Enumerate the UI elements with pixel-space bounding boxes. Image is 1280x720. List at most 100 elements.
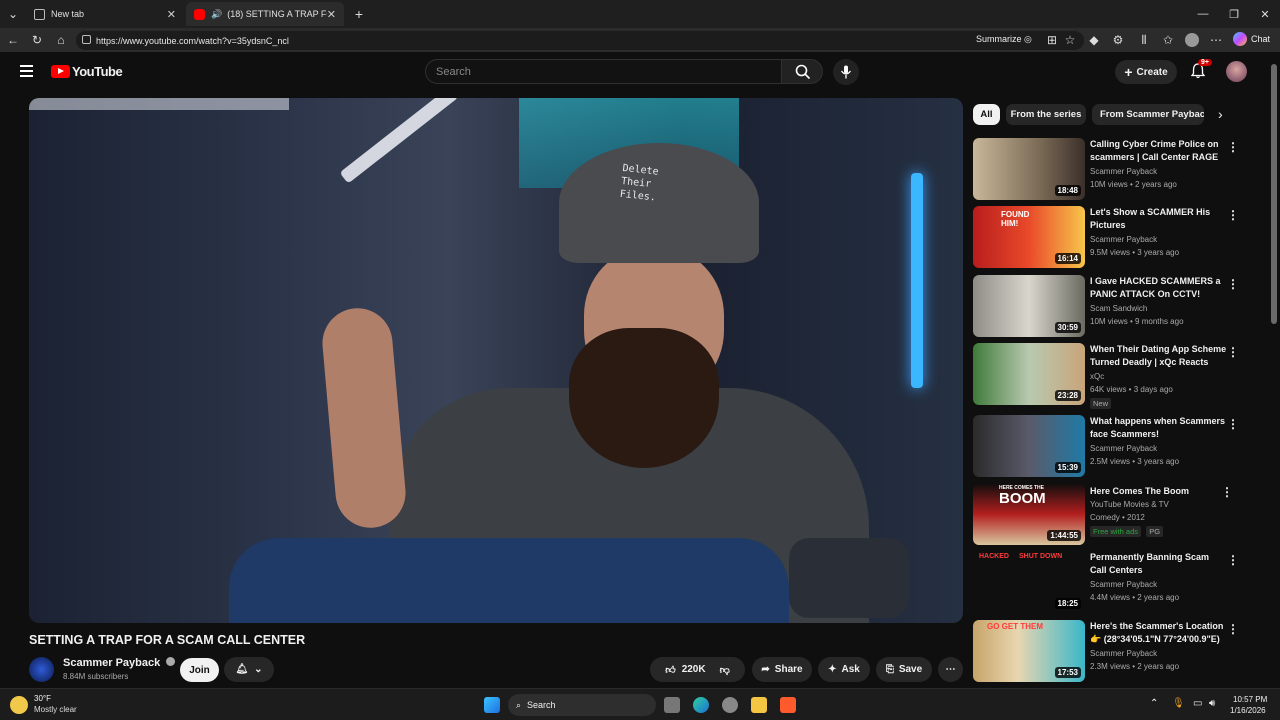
file-explorer-icon[interactable] — [751, 697, 767, 713]
chip-from-series[interactable]: From the series — [1006, 104, 1086, 125]
minimize-icon[interactable]: — — [1186, 0, 1220, 28]
favorite-star-icon[interactable]: ☆ — [1062, 32, 1078, 48]
more-options-icon[interactable]: ⋮ — [1227, 208, 1239, 222]
join-button[interactable]: Join — [180, 658, 219, 682]
windows-start-icon[interactable] — [484, 697, 500, 713]
channel-name[interactable]: Scammer Payback — [1090, 580, 1157, 589]
recommendation-item[interactable]: 30:59 I Gave HACKED SCAMMERS a PANIC ATT… — [973, 275, 1241, 339]
copilot-chat-button[interactable]: Chat — [1233, 32, 1270, 46]
channel-name[interactable]: Scammer Payback — [1090, 444, 1157, 453]
video-thumbnail[interactable]: GO GET THEM 17:53 — [973, 620, 1085, 682]
channel-name[interactable]: YouTube Movies & TV — [1090, 500, 1169, 509]
channel-name[interactable]: Scammer Payback — [63, 657, 176, 669]
more-options-icon[interactable]: ⋮ — [1221, 485, 1233, 499]
ask-button[interactable]: ✦ Ask — [818, 657, 870, 682]
channel-avatar[interactable] — [29, 657, 54, 682]
close-tab-icon[interactable]: ✕ — [167, 8, 176, 21]
voice-search-button[interactable] — [833, 59, 859, 85]
more-options-icon[interactable]: ⋮ — [1227, 345, 1239, 359]
more-options-icon[interactable]: ⋮ — [1227, 622, 1239, 636]
extensions-icon[interactable]: ⚙ — [1110, 32, 1126, 48]
subscription-bell-button[interactable]: 🔔︎ ⌄ — [224, 657, 274, 682]
clock-date[interactable]: 1/16/2026 — [1230, 706, 1266, 715]
settings-icon[interactable] — [722, 697, 738, 713]
back-icon[interactable]: ← — [5, 32, 21, 48]
edge-browser-icon[interactable] — [693, 697, 709, 713]
more-options-icon[interactable]: ⋮ — [1227, 277, 1239, 291]
summarize-button[interactable]: Summarize ◎ — [976, 34, 1032, 45]
chevron-right-icon[interactable]: › — [1218, 106, 1223, 122]
like-button[interactable]: 👍︎ 220K — [665, 664, 705, 676]
recommendation-item[interactable]: 23:28 When Their Dating App Scheme Turne… — [973, 343, 1241, 411]
taskbar-search-box[interactable]: ⌕ Search — [508, 694, 656, 716]
scrollbar-thumb[interactable] — [1271, 64, 1277, 324]
page-scrollbar[interactable] — [1268, 52, 1280, 688]
address-bar[interactable]: https://www.youtube.com/watch?v=35ydsnC_… — [76, 31, 1084, 50]
youtube-logo[interactable]: YouTube — [51, 64, 123, 79]
more-menu-icon[interactable]: ⋯ — [1208, 32, 1224, 48]
restore-icon[interactable]: ❐ — [1217, 0, 1251, 28]
hamburger-menu-icon[interactable] — [20, 65, 33, 77]
microphone-tray-icon[interactable]: 🎙︎ — [1172, 698, 1185, 709]
video-player[interactable]: Delete Their Files. — [29, 98, 963, 623]
video-thumbnail[interactable]: 23:28 — [973, 343, 1085, 405]
split-tab-icon[interactable]: ⫴ — [1136, 32, 1152, 48]
network-icon[interactable]: ▭ — [1193, 698, 1202, 709]
share-button[interactable]: ➦ Share — [752, 657, 812, 682]
thumbnail-text: BOOM — [999, 490, 1046, 507]
video-thumbnail[interactable]: HERE COMES THE BOOM 1:44:55 — [973, 483, 1085, 545]
save-button[interactable]: ⎘ Save — [876, 657, 932, 682]
video-thumbnail[interactable]: 15:39 — [973, 415, 1085, 477]
more-options-icon[interactable]: ⋮ — [1227, 417, 1239, 431]
split-screen-icon[interactable]: ⊞ — [1044, 32, 1060, 48]
recommendation-item[interactable]: 15:39 What happens when Scammers face Sc… — [973, 415, 1241, 479]
notifications-button[interactable]: 9+ — [1190, 59, 1212, 84]
task-view-icon[interactable] — [664, 697, 680, 713]
site-info-icon[interactable] — [82, 35, 91, 44]
speaker-icon[interactable]: 🔊 — [211, 9, 222, 20]
chip-from-scammer-payback[interactable]: From Scammer Payback — [1092, 104, 1204, 125]
video-thumbnail[interactable]: FOUND HIM! 16:14 — [973, 206, 1085, 268]
clock-time[interactable]: 10:57 PM — [1233, 695, 1267, 704]
extension-diamond-icon[interactable]: ◆ — [1086, 32, 1102, 48]
video-thumbnail[interactable]: HACKED SHUT DOWN 18:25 — [973, 551, 1085, 613]
close-tab-icon[interactable]: ✕ — [327, 8, 336, 21]
volume-icon[interactable]: 🔊︎ — [1209, 698, 1215, 709]
channel-name[interactable]: Scam Sandwich — [1090, 304, 1147, 313]
tab-new-tab[interactable]: New tab ✕ — [26, 2, 184, 26]
tab-youtube-video[interactable]: 🔊 (18) SETTING A TRAP FOR A S ✕ — [186, 2, 344, 26]
more-actions-button[interactable]: ⋯ — [938, 657, 963, 682]
blue-neon-strip — [911, 173, 923, 388]
channel-name[interactable]: Scammer Payback — [1090, 167, 1157, 176]
video-thumbnail[interactable]: 18:48 — [973, 138, 1085, 200]
dislike-button[interactable]: 👎︎ — [720, 664, 730, 676]
recommendation-item[interactable]: HACKED SHUT DOWN 18:25 Permanently Banni… — [973, 551, 1241, 615]
user-avatar[interactable] — [1226, 61, 1247, 82]
channel-name[interactable]: Scammer Payback — [1090, 235, 1157, 244]
channel-name[interactable]: xQc — [1090, 372, 1104, 381]
brave-browser-icon[interactable] — [780, 697, 796, 713]
favorites-icon[interactable]: ✩ — [1160, 32, 1176, 48]
recommendation-item[interactable]: FOUND HIM! 16:14 Let's Show a SCAMMER Hi… — [973, 206, 1241, 270]
show-hidden-icons-icon[interactable]: ⌃ — [1150, 698, 1158, 709]
recommendation-item[interactable]: HERE COMES THE BOOM 1:44:55 Here Comes T… — [973, 483, 1241, 549]
recommendation-item[interactable]: GO GET THEM 17:53 Here's the Scammer's L… — [973, 620, 1241, 684]
close-window-icon[interactable]: ✕ — [1248, 0, 1280, 28]
tab-list-dropdown-icon[interactable]: ⌄ — [5, 6, 21, 22]
logo-text: YouTube — [72, 64, 123, 79]
profile-avatar-icon[interactable] — [1184, 32, 1200, 48]
more-options-icon[interactable]: ⋮ — [1227, 140, 1239, 154]
video-title: Here's the Scammer's Location 👉 (28°34'0… — [1090, 621, 1224, 644]
new-tab-button[interactable]: + — [351, 6, 367, 22]
recommendation-item[interactable]: 18:48 Calling Cyber Crime Police on scam… — [973, 138, 1241, 202]
rating-badge: PG — [1146, 526, 1164, 537]
refresh-icon[interactable]: ↻ — [29, 32, 45, 48]
channel-name[interactable]: Scammer Payback — [1090, 649, 1157, 658]
chip-all[interactable]: All — [973, 104, 1000, 125]
more-options-icon[interactable]: ⋮ — [1227, 553, 1239, 567]
create-button[interactable]: + Create — [1115, 60, 1177, 84]
video-thumbnail[interactable]: 30:59 — [973, 275, 1085, 337]
search-input[interactable]: Search — [425, 59, 782, 84]
search-button[interactable] — [781, 59, 823, 84]
home-icon[interactable]: ⌂ — [53, 32, 69, 48]
